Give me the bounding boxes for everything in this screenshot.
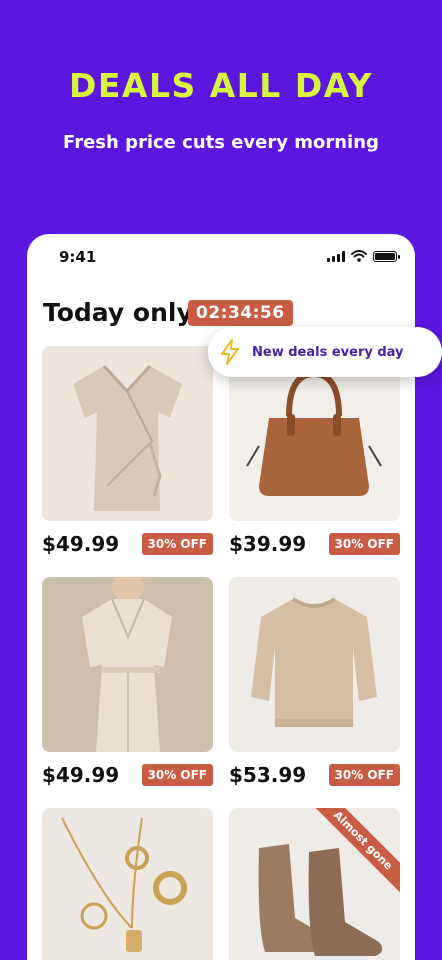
product-card[interactable]: $49.99 30% OFF	[42, 577, 213, 787]
price: $39.99	[229, 532, 307, 556]
toast-text: New deals every day	[252, 344, 404, 360]
product-image-boots[interactable]: Almost gone	[229, 808, 400, 960]
product-image-dress[interactable]	[42, 346, 213, 521]
discount-badge: 30% OFF	[328, 533, 400, 555]
discount-badge: 30% OFF	[141, 533, 213, 555]
price: $49.99	[42, 532, 120, 556]
product-image-jewelry[interactable]	[42, 808, 213, 960]
hero-title: DEALS ALL DAY	[68, 66, 373, 105]
status-time: 9:41	[59, 248, 97, 266]
status-icons	[327, 250, 400, 262]
wifi-icon	[351, 250, 367, 262]
hero-subtitle: Fresh price cuts every morning	[63, 132, 379, 153]
product-card[interactable]: $53.99 30% OFF	[229, 577, 400, 787]
product-grid: $49.99 30% OFF $39.99 30% OFF $49.99 30%…	[42, 346, 400, 960]
signal-icon	[327, 250, 345, 262]
price: $53.99	[229, 763, 307, 787]
product-card[interactable]	[42, 808, 213, 960]
price-row: $49.99 30% OFF	[42, 532, 213, 556]
discount-badge: 30% OFF	[141, 764, 213, 786]
price-row: $39.99 30% OFF	[229, 532, 400, 556]
price: $49.99	[42, 763, 120, 787]
new-deals-toast[interactable]: New deals every day	[208, 327, 442, 377]
lightning-icon	[208, 339, 252, 365]
battery-icon	[373, 250, 400, 262]
price-row: $53.99 30% OFF	[229, 763, 400, 787]
countdown-timer: 02:34:56	[188, 300, 293, 326]
section-title: Today only	[43, 298, 193, 327]
product-card[interactable]: $49.99 30% OFF	[42, 346, 213, 556]
product-image-jumpsuit[interactable]	[42, 577, 213, 752]
product-image-sweater[interactable]	[229, 577, 400, 752]
discount-badge: 30% OFF	[328, 764, 400, 786]
product-card[interactable]: Almost gone	[229, 808, 400, 960]
price-row: $49.99 30% OFF	[42, 763, 213, 787]
